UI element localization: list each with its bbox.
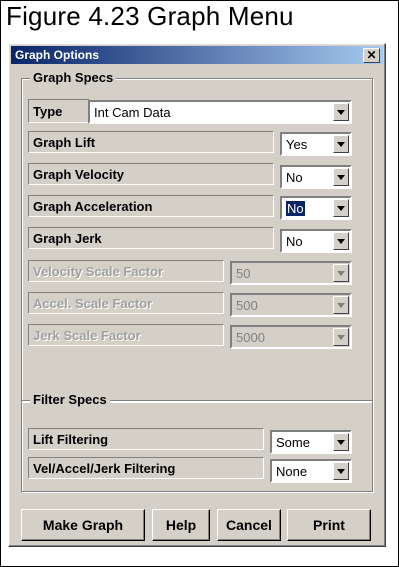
graph-lift-label: Graph Lift — [28, 131, 274, 153]
figure-title: Figure 4.23 Graph Menu — [6, 1, 294, 31]
cancel-button[interactable]: Cancel — [217, 509, 281, 541]
graph-specs-legend: Graph Specs — [30, 70, 117, 85]
graph-velocity-label: Graph Velocity — [28, 163, 274, 185]
graph-specs-group: Graph Specs Type Int Cam Data Graph Lift… — [21, 70, 373, 402]
type-value: Int Cam Data — [94, 105, 171, 120]
chevron-down-icon[interactable] — [333, 264, 349, 282]
accel-scale-factor-label: Accel. Scale Factor — [28, 292, 224, 314]
graph-lift-select[interactable]: Yes — [280, 132, 352, 156]
dialog-title: Graph Options — [15, 48, 99, 62]
velocity-scale-factor-value: 50 — [236, 266, 251, 281]
velocity-scale-factor-select[interactable]: 50 — [230, 261, 352, 285]
chevron-down-icon[interactable] — [333, 232, 349, 250]
chevron-down-icon[interactable] — [333, 103, 349, 121]
graph-velocity-value: No — [286, 170, 303, 185]
chevron-down-icon[interactable] — [333, 433, 349, 451]
vel-accel-jerk-filtering-label: Vel/Accel/Jerk Filtering — [28, 457, 264, 479]
lift-filtering-value: Some — [276, 435, 310, 450]
jerk-scale-factor-value: 5000 — [236, 330, 265, 345]
dialog-titlebar: Graph Options ✕ — [11, 46, 383, 64]
graph-jerk-label: Graph Jerk — [28, 227, 274, 249]
graph-options-dialog: Graph Options ✕ Graph Specs Type Int Cam… — [8, 43, 386, 547]
filter-specs-legend: Filter Specs — [30, 392, 110, 407]
chevron-down-icon[interactable] — [333, 296, 349, 314]
graph-lift-value: Yes — [286, 137, 308, 152]
accel-scale-factor-value: 500 — [236, 298, 258, 313]
jerk-scale-factor-label: Jerk Scale Factor — [28, 324, 224, 346]
accel-scale-factor-select[interactable]: 500 — [230, 293, 352, 317]
vel-accel-jerk-filtering-value: None — [276, 464, 308, 479]
make-graph-button[interactable]: Make Graph — [21, 509, 145, 541]
type-label: Type — [28, 99, 90, 123]
help-button[interactable]: Help — [152, 509, 210, 541]
chevron-down-icon[interactable] — [333, 199, 349, 217]
chevron-down-icon[interactable] — [333, 135, 349, 153]
graph-acceleration-select[interactable]: No — [280, 196, 352, 220]
chevron-down-icon[interactable] — [333, 328, 349, 346]
jerk-scale-factor-select[interactable]: 5000 — [230, 325, 352, 349]
graph-jerk-value: No — [286, 234, 303, 249]
velocity-scale-factor-label: Velocity Scale Factor — [28, 260, 224, 282]
lift-filtering-select[interactable]: Some — [270, 430, 352, 454]
graph-velocity-select[interactable]: No — [280, 165, 352, 189]
close-icon[interactable]: ✕ — [363, 48, 380, 63]
type-select[interactable]: Int Cam Data — [88, 100, 352, 124]
graph-jerk-select[interactable]: No — [280, 229, 352, 253]
graph-acceleration-label: Graph Acceleration — [28, 195, 274, 217]
chevron-down-icon[interactable] — [333, 462, 349, 480]
filter-specs-group: Filter Specs Lift Filtering Some Vel/Acc… — [21, 392, 373, 492]
vel-accel-jerk-filtering-select[interactable]: None — [270, 459, 352, 483]
chevron-down-icon[interactable] — [333, 168, 349, 186]
lift-filtering-label: Lift Filtering — [28, 428, 264, 450]
graph-acceleration-value: No — [285, 200, 306, 217]
print-button[interactable]: Print — [287, 509, 371, 541]
